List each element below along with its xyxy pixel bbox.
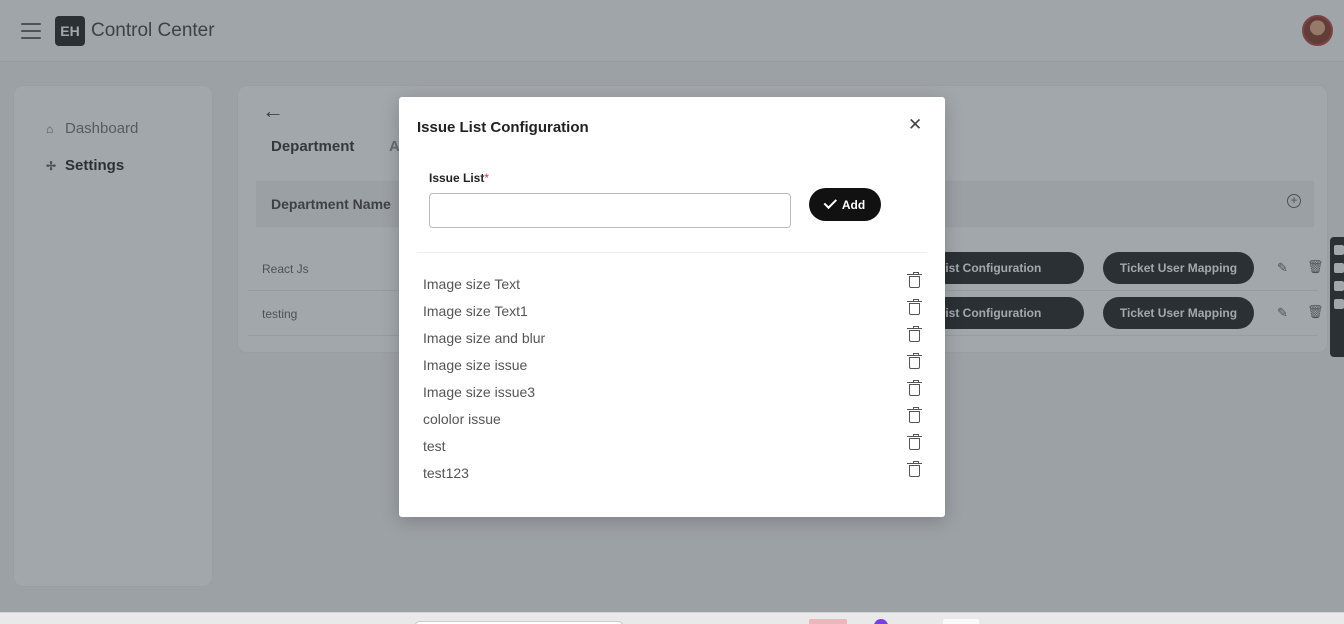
trash-icon[interactable] bbox=[907, 353, 922, 369]
list-item: test123 bbox=[423, 461, 923, 490]
issue-list: Image size Text Image size Text1 Image s… bbox=[423, 272, 923, 490]
issue-label: test bbox=[423, 438, 446, 454]
issue-label: Image size Text1 bbox=[423, 303, 528, 319]
trash-icon[interactable] bbox=[907, 299, 922, 315]
add-button[interactable]: Add bbox=[809, 188, 881, 221]
issue-list-modal: Issue List Configuration ✕ Issue List* A… bbox=[399, 97, 945, 517]
list-item: Image size issue bbox=[423, 353, 923, 382]
close-icon[interactable]: ✕ bbox=[908, 116, 922, 133]
add-button-label: Add bbox=[841, 197, 866, 212]
list-item: Image size issue3 bbox=[423, 380, 923, 409]
issue-list-input[interactable] bbox=[429, 193, 791, 228]
issue-list-label-text: Issue List bbox=[429, 171, 485, 185]
trash-icon[interactable] bbox=[907, 380, 922, 396]
trash-icon[interactable] bbox=[907, 326, 922, 342]
divider bbox=[417, 252, 927, 253]
check-icon bbox=[823, 195, 837, 210]
issue-label: test123 bbox=[423, 465, 469, 481]
issue-label: Image size issue bbox=[423, 357, 528, 373]
list-item: cololor issue bbox=[423, 407, 923, 436]
list-item: Image size and blur bbox=[423, 326, 923, 355]
trash-icon[interactable] bbox=[907, 461, 922, 477]
list-item: Image size Text bbox=[423, 272, 923, 301]
issue-label: cololor issue bbox=[423, 411, 501, 427]
list-item: test bbox=[423, 434, 923, 463]
issue-label: Image size issue3 bbox=[423, 384, 536, 400]
taskbar-app-icon[interactable] bbox=[874, 619, 888, 624]
issue-list-label: Issue List* bbox=[429, 171, 489, 185]
trash-icon[interactable] bbox=[907, 272, 922, 288]
list-item: Image size Text1 bbox=[423, 299, 923, 328]
issue-label: Image size Text bbox=[423, 276, 521, 292]
taskbar-app-icon[interactable] bbox=[943, 619, 979, 624]
taskbar bbox=[0, 612, 1344, 624]
trash-icon[interactable] bbox=[907, 407, 922, 423]
trash-icon[interactable] bbox=[907, 434, 922, 450]
required-mark: * bbox=[484, 171, 490, 185]
taskbar-app-icon[interactable] bbox=[809, 619, 847, 624]
issue-label: Image size and blur bbox=[423, 330, 546, 346]
modal-title: Issue List Configuration bbox=[417, 119, 589, 136]
